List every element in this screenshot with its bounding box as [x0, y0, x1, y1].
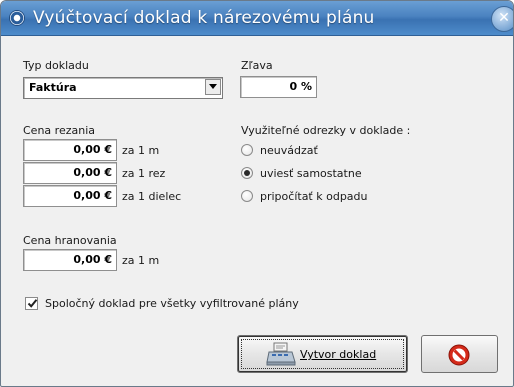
create-document-label: Vytvor doklad: [300, 348, 377, 361]
no-entry-icon: [448, 344, 470, 366]
discount-input[interactable]: 0 %: [240, 76, 317, 98]
cut-price-per-cut-input[interactable]: 0,00 €: [23, 162, 117, 184]
dialog-window: Vyúčtovací doklad k nárezovému plánu ✕ T…: [0, 0, 514, 387]
offcuts-label: Využiteľné odrezky v doklade :: [241, 124, 411, 137]
app-icon: [10, 11, 24, 25]
chevron-down-icon[interactable]: [205, 79, 221, 95]
checkmark-icon: [27, 299, 38, 308]
offcuts-option-waste[interactable]: pripočítať k odpadu: [260, 190, 368, 203]
create-document-button[interactable]: Vytvor doklad: [237, 335, 408, 373]
cut-price-per-cut-unit: za 1 rez: [122, 167, 166, 180]
title-bar[interactable]: Vyúčtovací doklad k nárezovému plánu ✕: [1, 1, 513, 36]
cut-price-per-piece-input[interactable]: 0,00 €: [23, 185, 117, 207]
window-title: Vyúčtovací doklad k nárezovému plánu: [33, 8, 375, 28]
offcuts-radio-waste[interactable]: [241, 190, 253, 202]
offcuts-option-none[interactable]: neuvádzať: [260, 144, 318, 157]
edge-price-input[interactable]: 0,00 €: [23, 249, 117, 271]
cash-register-icon: [266, 342, 296, 366]
cut-price-per-m-input[interactable]: 0,00 €: [23, 139, 117, 161]
doc-type-select[interactable]: Faktúra: [23, 77, 223, 99]
edge-price-label: Cena hranovania: [23, 234, 117, 247]
doc-type-value: Faktúra: [29, 81, 77, 94]
discount-label: Zľava: [241, 59, 273, 72]
offcuts-radio-separate[interactable]: [241, 167, 253, 179]
common-doc-checkbox[interactable]: [25, 297, 38, 310]
cut-price-label: Cena rezania: [23, 124, 95, 137]
offcuts-radio-none[interactable]: [241, 144, 253, 156]
cancel-button[interactable]: [421, 335, 498, 373]
common-doc-label[interactable]: Spoločný doklad pre všetky vyfiltrované …: [45, 297, 299, 310]
doc-type-label: Typ dokladu: [23, 59, 89, 72]
cut-price-per-piece-unit: za 1 dielec: [122, 190, 182, 203]
close-icon[interactable]: ✕: [491, 6, 513, 32]
offcuts-option-separate[interactable]: uviesť samostatne: [260, 167, 362, 180]
cut-price-per-m-unit: za 1 m: [122, 144, 160, 157]
edge-price-unit: za 1 m: [122, 254, 160, 267]
